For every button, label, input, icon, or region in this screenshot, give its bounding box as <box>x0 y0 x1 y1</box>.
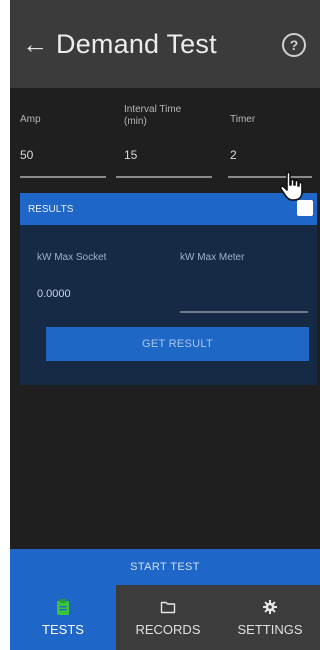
results-title: RESULTS <box>28 203 74 215</box>
timer-value: 2 <box>230 148 237 162</box>
amp-label: Amp <box>20 114 41 125</box>
nav-label-settings: SETTINGS <box>237 622 303 637</box>
pointer-hand-icon <box>279 171 303 201</box>
timer-field[interactable]: Timer 2 <box>220 90 312 178</box>
kw-max-meter-label: kW Max Meter <box>180 252 245 263</box>
back-arrow-icon[interactable]: ← <box>22 31 48 57</box>
results-panel: kW Max Socket kW Max Meter 0.0000 GET RE… <box>20 225 317 385</box>
kw-max-meter-underline <box>180 311 308 313</box>
kw-max-socket-label: kW Max Socket <box>37 252 107 263</box>
nav-item-records[interactable]: RECORDS <box>116 585 220 650</box>
start-test-button[interactable]: START TEST <box>10 549 320 585</box>
interval-time-field[interactable]: Interval Time (min) 15 <box>116 90 212 178</box>
interval-time-underline <box>116 176 212 178</box>
amp-field[interactable]: Amp 50 <box>20 90 106 178</box>
nav-item-settings[interactable]: SETTINGS <box>220 585 320 650</box>
gear-icon <box>263 598 277 616</box>
get-result-button[interactable]: GET RESULT <box>46 327 309 361</box>
amp-value: 50 <box>20 148 34 162</box>
phone-screen: ← Demand Test ? Amp 50 Interval Time (mi… <box>10 0 320 650</box>
app-bar: ← Demand Test ? <box>10 0 320 88</box>
bottom-navigation: TESTS RECORDS SETTINGS <box>10 585 320 650</box>
kw-max-socket-value: 0.0000 <box>37 288 71 300</box>
nav-label-tests: TESTS <box>42 622 84 637</box>
results-header[interactable]: RESULTS <box>20 193 317 225</box>
amp-underline <box>20 176 106 178</box>
timer-label: Timer <box>230 114 256 125</box>
clipboard-icon <box>56 598 70 616</box>
folder-icon <box>160 598 176 616</box>
nav-label-records: RECORDS <box>135 622 201 637</box>
help-icon[interactable]: ? <box>282 33 306 57</box>
test-parameter-fields: Amp 50 Interval Time (min) 15 Timer 2 <box>10 90 320 180</box>
interval-time-value: 15 <box>124 148 138 162</box>
nav-item-tests[interactable]: TESTS <box>10 585 116 650</box>
page-title: Demand Test <box>56 28 217 59</box>
interval-time-label: Interval Time (min) <box>124 104 182 127</box>
